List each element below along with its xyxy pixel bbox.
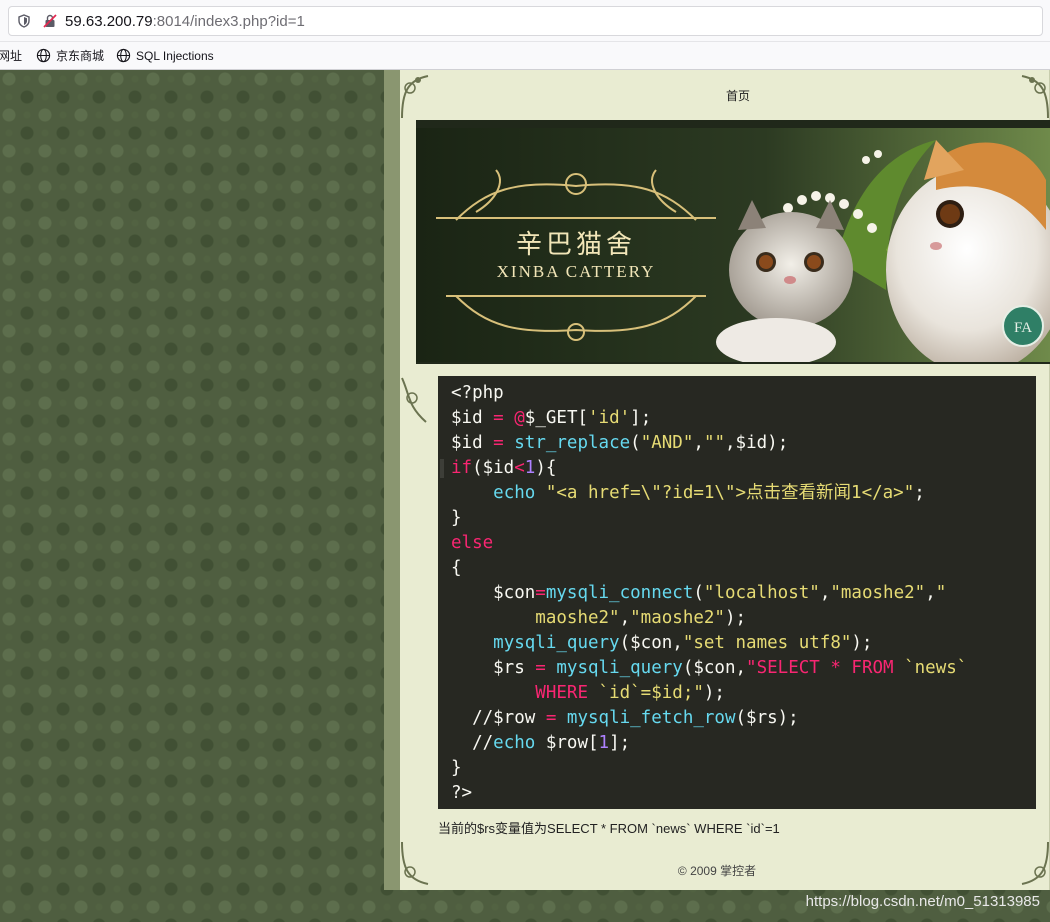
bookmark-urls[interactable]: 网址 [0, 47, 22, 64]
shield-icon[interactable] [17, 14, 31, 28]
code-line: $rs = mysqli_query($con,"SELECT * FROM `… [451, 658, 968, 678]
code-line: //echo $row[1]; [451, 733, 631, 753]
code-line: else [451, 533, 494, 553]
code-line: } [451, 758, 462, 778]
code-line: <?php [451, 383, 504, 403]
nav-home-link[interactable]: 首页 [726, 87, 750, 104]
cattery-banner: FA 辛巴猫舍 XINBA CATTERY [416, 120, 1050, 364]
query-output-text: 当前的$rs变量值为SELECT * FROM `news` WHERE `id… [438, 821, 780, 836]
bookmark-sql-injections[interactable]: SQL Injections [116, 48, 214, 63]
code-line: echo "<a href=\"?id=1\">点击查看新闻1</a>"; [493, 483, 925, 503]
code-line: if($id<1){ [438, 456, 1036, 481]
banner-title: 辛巴猫舍 [515, 230, 636, 260]
globe-icon [116, 48, 131, 63]
ornament-side-icon [401, 377, 427, 423]
php-source-code: <?php $id = @$_GET['id']; $id = str_replac… [438, 376, 1036, 809]
code-line: WHERE `id`=$id;"); [535, 683, 725, 703]
site-nav: 首页 [416, 70, 1050, 120]
insecure-lock-icon[interactable] [43, 14, 57, 28]
code-line: ?> [451, 783, 473, 803]
browser-toolbar: 59.63.200.79:8014/index3.php?id=1 [0, 0, 1050, 42]
code-line: } [451, 508, 462, 528]
code-line: maoshe2","maoshe2"); [535, 608, 747, 628]
csdn-watermark: https://blog.csdn.net/m0_51313985 [805, 893, 1040, 910]
code-line: $id = @$_GET['id']; [451, 408, 652, 428]
globe-icon [36, 48, 51, 63]
site-footer: © 2009 掌控者 [677, 864, 757, 878]
banner-subtitle: XINBA CATTERY [496, 262, 656, 281]
code-line: { [451, 558, 462, 578]
code-line: $con=mysqli_connect("localhost","maoshe2… [451, 583, 947, 603]
bookmark-jd[interactable]: 京东商城 [36, 47, 104, 64]
bookmarks-bar: 网址 京东商城 SQL Injections [0, 42, 1050, 70]
code-line: //$row = mysqli_fetch_row($rs); [451, 708, 799, 728]
url-bar[interactable]: 59.63.200.79:8014/index3.php?id=1 [8, 6, 1043, 36]
url-text[interactable]: 59.63.200.79:8014/index3.php?id=1 [65, 13, 305, 30]
code-line: mysqli_query($con,"set names utf8"); [493, 633, 873, 653]
code-line: $id = str_replace("AND","",$id); [451, 433, 789, 453]
